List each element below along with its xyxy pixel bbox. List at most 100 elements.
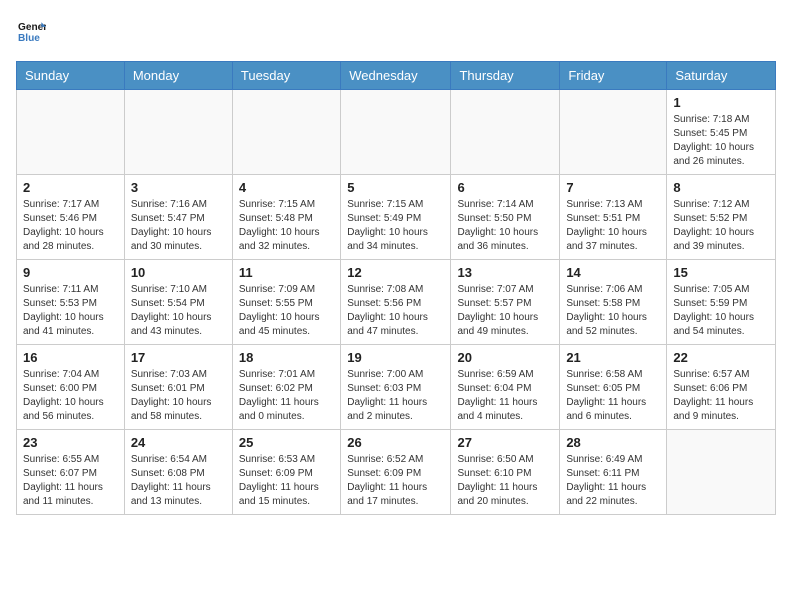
calendar-cell: 13 Sunrise: 7:07 AM Sunset: 5:57 PM Dayli… bbox=[451, 260, 560, 345]
calendar-cell: 21 Sunrise: 6:58 AM Sunset: 6:05 PM Dayli… bbox=[560, 345, 667, 430]
calendar-cell: 19Sunrise: 7:00 AM Sunset: 6:03 PM Dayli… bbox=[341, 345, 451, 430]
calendar-week-row: 23 Sunrise: 6:55 AM Sunset: 6:07 PM Dayli… bbox=[17, 430, 776, 515]
day-number: 7 bbox=[566, 180, 660, 195]
day-number: 10 bbox=[131, 265, 226, 280]
calendar-week-row: 16 Sunrise: 7:04 AM Sunset: 6:00 PM Dayli… bbox=[17, 345, 776, 430]
logo-icon: General Blue bbox=[18, 16, 46, 44]
day-info: Sunrise: 7:05 AM Sunset: 5:59 PM Dayligh… bbox=[673, 283, 769, 339]
calendar-cell: 5 Sunrise: 7:15 AM Sunset: 5:49 PM Daylig… bbox=[341, 175, 451, 260]
day-info: Sunrise: 6:53 AM Sunset: 6:09 PM Dayligh… bbox=[239, 453, 334, 509]
day-number: 21 bbox=[566, 350, 660, 365]
day-number: 20 bbox=[457, 350, 553, 365]
calendar-week-row: 2 Sunrise: 7:17 AM Sunset: 5:46 PM Daylig… bbox=[17, 175, 776, 260]
calendar-cell: 27Sunrise: 6:50 AM Sunset: 6:10 PM Dayli… bbox=[451, 430, 560, 515]
calendar-cell: 20 Sunrise: 6:59 AM Sunset: 6:04 PM Dayli… bbox=[451, 345, 560, 430]
day-number: 13 bbox=[457, 265, 553, 280]
calendar-week-row: 9 Sunrise: 7:11 AM Sunset: 5:53 PM Daylig… bbox=[17, 260, 776, 345]
day-info: Sunrise: 6:54 AM Sunset: 6:08 PM Dayligh… bbox=[131, 453, 226, 509]
calendar-cell: 2 Sunrise: 7:17 AM Sunset: 5:46 PM Daylig… bbox=[17, 175, 125, 260]
calendar-cell: 7 Sunrise: 7:13 AM Sunset: 5:51 PM Daylig… bbox=[560, 175, 667, 260]
calendar-cell: 12 Sunrise: 7:08 AM Sunset: 5:56 PM Dayli… bbox=[341, 260, 451, 345]
calendar-cell: 6 Sunrise: 7:14 AM Sunset: 5:50 PM Daylig… bbox=[451, 175, 560, 260]
day-info: Sunrise: 6:52 AM Sunset: 6:09 PM Dayligh… bbox=[347, 453, 444, 509]
day-info: Sunrise: 7:18 AM Sunset: 5:45 PM Dayligh… bbox=[673, 113, 769, 169]
calendar-cell: 14 Sunrise: 7:06 AM Sunset: 5:58 PM Dayli… bbox=[560, 260, 667, 345]
day-number: 2 bbox=[23, 180, 118, 195]
calendar-week-row: 1 Sunrise: 7:18 AM Sunset: 5:45 PM Daylig… bbox=[17, 90, 776, 175]
day-number: 15 bbox=[673, 265, 769, 280]
day-number: 3 bbox=[131, 180, 226, 195]
day-info: Sunrise: 7:08 AM Sunset: 5:56 PM Dayligh… bbox=[347, 283, 444, 339]
day-info: Sunrise: 6:49 AM Sunset: 6:11 PM Dayligh… bbox=[566, 453, 660, 509]
calendar-cell: 28Sunrise: 6:49 AM Sunset: 6:11 PM Dayli… bbox=[560, 430, 667, 515]
calendar-day-header: Sunday bbox=[17, 62, 125, 90]
day-number: 17 bbox=[131, 350, 226, 365]
calendar-day-header: Wednesday bbox=[341, 62, 451, 90]
calendar-cell bbox=[232, 90, 340, 175]
calendar-cell: 11Sunrise: 7:09 AM Sunset: 5:55 PM Dayli… bbox=[232, 260, 340, 345]
day-info: Sunrise: 7:16 AM Sunset: 5:47 PM Dayligh… bbox=[131, 198, 226, 254]
day-number: 4 bbox=[239, 180, 334, 195]
day-info: Sunrise: 6:55 AM Sunset: 6:07 PM Dayligh… bbox=[23, 453, 118, 509]
calendar-cell bbox=[17, 90, 125, 175]
calendar-cell: 22Sunrise: 6:57 AM Sunset: 6:06 PM Dayli… bbox=[667, 345, 776, 430]
day-number: 25 bbox=[239, 435, 334, 450]
calendar-cell: 9 Sunrise: 7:11 AM Sunset: 5:53 PM Daylig… bbox=[17, 260, 125, 345]
day-info: Sunrise: 7:11 AM Sunset: 5:53 PM Dayligh… bbox=[23, 283, 118, 339]
day-info: Sunrise: 7:04 AM Sunset: 6:00 PM Dayligh… bbox=[23, 368, 118, 424]
day-number: 9 bbox=[23, 265, 118, 280]
day-number: 6 bbox=[457, 180, 553, 195]
calendar-cell: 3 Sunrise: 7:16 AM Sunset: 5:47 PM Daylig… bbox=[124, 175, 232, 260]
svg-text:Blue: Blue bbox=[18, 33, 40, 44]
logo: General Blue bbox=[16, 16, 50, 49]
calendar-cell: 18 Sunrise: 7:01 AM Sunset: 6:02 PM Dayli… bbox=[232, 345, 340, 430]
day-number: 1 bbox=[673, 95, 769, 110]
calendar-cell bbox=[124, 90, 232, 175]
day-info: Sunrise: 7:17 AM Sunset: 5:46 PM Dayligh… bbox=[23, 198, 118, 254]
day-number: 27 bbox=[457, 435, 553, 450]
calendar-cell: 17 Sunrise: 7:03 AM Sunset: 6:01 PM Dayli… bbox=[124, 345, 232, 430]
calendar-table: SundayMondayTuesdayWednesdayThursdayFrid… bbox=[16, 61, 776, 515]
calendar-cell: 1 Sunrise: 7:18 AM Sunset: 5:45 PM Daylig… bbox=[667, 90, 776, 175]
day-info: Sunrise: 7:06 AM Sunset: 5:58 PM Dayligh… bbox=[566, 283, 660, 339]
calendar-cell: 25 Sunrise: 6:53 AM Sunset: 6:09 PM Dayli… bbox=[232, 430, 340, 515]
day-number: 8 bbox=[673, 180, 769, 195]
calendar-cell: 4 Sunrise: 7:15 AM Sunset: 5:48 PM Daylig… bbox=[232, 175, 340, 260]
day-info: Sunrise: 7:12 AM Sunset: 5:52 PM Dayligh… bbox=[673, 198, 769, 254]
day-number: 24 bbox=[131, 435, 226, 450]
day-number: 26 bbox=[347, 435, 444, 450]
day-info: Sunrise: 7:14 AM Sunset: 5:50 PM Dayligh… bbox=[457, 198, 553, 254]
day-number: 14 bbox=[566, 265, 660, 280]
calendar-cell bbox=[560, 90, 667, 175]
day-info: Sunrise: 7:09 AM Sunset: 5:55 PM Dayligh… bbox=[239, 283, 334, 339]
calendar-cell: 26 Sunrise: 6:52 AM Sunset: 6:09 PM Dayli… bbox=[341, 430, 451, 515]
day-number: 12 bbox=[347, 265, 444, 280]
calendar-day-header: Tuesday bbox=[232, 62, 340, 90]
day-number: 5 bbox=[347, 180, 444, 195]
calendar-day-header: Friday bbox=[560, 62, 667, 90]
day-number: 23 bbox=[23, 435, 118, 450]
day-info: Sunrise: 7:15 AM Sunset: 5:48 PM Dayligh… bbox=[239, 198, 334, 254]
calendar-cell: 15 Sunrise: 7:05 AM Sunset: 5:59 PM Dayli… bbox=[667, 260, 776, 345]
calendar-cell: 23 Sunrise: 6:55 AM Sunset: 6:07 PM Dayli… bbox=[17, 430, 125, 515]
day-info: Sunrise: 7:10 AM Sunset: 5:54 PM Dayligh… bbox=[131, 283, 226, 339]
calendar-cell bbox=[341, 90, 451, 175]
day-info: Sunrise: 7:13 AM Sunset: 5:51 PM Dayligh… bbox=[566, 198, 660, 254]
calendar-day-header: Monday bbox=[124, 62, 232, 90]
calendar-header-row: SundayMondayTuesdayWednesdayThursdayFrid… bbox=[17, 62, 776, 90]
calendar-cell: 16 Sunrise: 7:04 AM Sunset: 6:00 PM Dayli… bbox=[17, 345, 125, 430]
day-info: Sunrise: 7:15 AM Sunset: 5:49 PM Dayligh… bbox=[347, 198, 444, 254]
day-info: Sunrise: 7:01 AM Sunset: 6:02 PM Dayligh… bbox=[239, 368, 334, 424]
calendar-cell: 8 Sunrise: 7:12 AM Sunset: 5:52 PM Daylig… bbox=[667, 175, 776, 260]
day-info: Sunrise: 6:58 AM Sunset: 6:05 PM Dayligh… bbox=[566, 368, 660, 424]
day-number: 19 bbox=[347, 350, 444, 365]
calendar-day-header: Saturday bbox=[667, 62, 776, 90]
day-info: Sunrise: 7:07 AM Sunset: 5:57 PM Dayligh… bbox=[457, 283, 553, 339]
calendar-cell bbox=[451, 90, 560, 175]
day-info: Sunrise: 7:03 AM Sunset: 6:01 PM Dayligh… bbox=[131, 368, 226, 424]
day-info: Sunrise: 6:59 AM Sunset: 6:04 PM Dayligh… bbox=[457, 368, 553, 424]
day-number: 22 bbox=[673, 350, 769, 365]
day-number: 18 bbox=[239, 350, 334, 365]
day-number: 16 bbox=[23, 350, 118, 365]
calendar-cell: 24 Sunrise: 6:54 AM Sunset: 6:08 PM Dayli… bbox=[124, 430, 232, 515]
